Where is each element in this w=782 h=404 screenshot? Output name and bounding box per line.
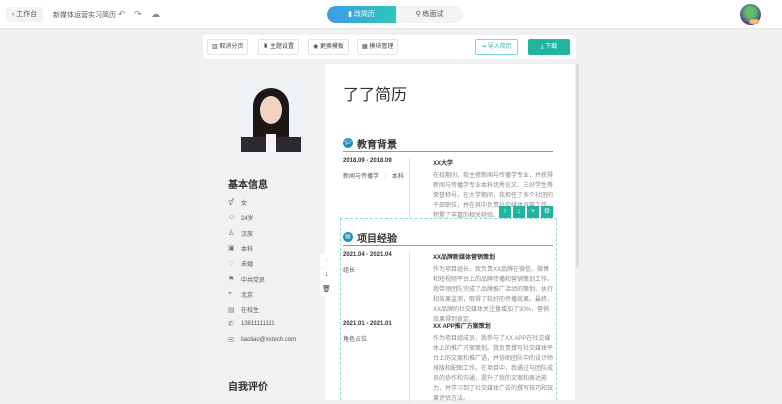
button-label: 下载	[545, 44, 558, 50]
undo-icon[interactable]: ↶	[118, 9, 126, 20]
basic-info-item: ♡ 未婚	[228, 259, 254, 269]
project-date: 2021.01 - 2021.01	[343, 321, 392, 327]
divider	[409, 252, 410, 402]
basic-info-text: 北京	[241, 292, 254, 299]
move-down-icon[interactable]: ↓	[513, 206, 525, 218]
shirt-icon: ♜	[263, 44, 271, 50]
basic-info-item: ✉ liaoliao@xxtech.com	[228, 336, 296, 344]
add-icon[interactable]: +	[527, 206, 539, 218]
basic-info-text: 24岁	[241, 216, 254, 223]
project-icon: ▤	[343, 232, 353, 242]
basic-info-text: 13811111111	[241, 321, 275, 328]
section-title: 项目经验	[357, 234, 397, 245]
button-label: 主题设置	[270, 44, 295, 50]
major: 新闻与传播学	[343, 174, 380, 180]
user-icon: ☺	[228, 214, 236, 222]
basic-info-text: 本科	[241, 246, 254, 253]
settings-icon[interactable]: ⚙	[541, 206, 553, 218]
project-description: 作为项目组长，我负责XX品牌在微信、微博和短视频平台上的品牌传播和营销策划工作。…	[433, 267, 554, 323]
tab-edit-resume[interactable]: ▮ 改简历	[327, 6, 396, 23]
back-to-workspace-button[interactable]: ‹ 工作台	[6, 7, 44, 22]
basic-info-text: 在校生	[241, 308, 260, 315]
tab-edit-label: 改简历	[353, 11, 375, 18]
school-name: XX大学	[433, 161, 454, 167]
basic-info-item: ⌖ 北京	[228, 290, 253, 299]
phone-icon: ✆	[228, 321, 234, 329]
project-name: XX APP推广方案策划	[433, 324, 491, 330]
mail-icon: ✉	[228, 336, 234, 344]
pin-icon: ⚲	[415, 11, 423, 18]
self-evaluation-heading: 自我评价	[228, 382, 268, 393]
marital-icon: ♡	[228, 260, 235, 268]
redo-icon[interactable]: ↷	[134, 9, 142, 20]
resume-page: 基本信息 ⚥ 女 ☺ 24岁 ♙ 汉族 ▣ 本科 ♡ 未婚 ⚑ 中共党员 ⌖ 北京 ▤ 在校生 ✆ 1381111…	[203, 64, 575, 402]
change-template-button[interactable]: ◉ 更换模板	[308, 39, 349, 55]
degree: 本科	[391, 174, 404, 180]
basic-info-item: ♙ 汉族	[228, 229, 253, 238]
mode-switch: ▮ 改简历 ⚲ 练面试	[327, 6, 463, 23]
basic-info-item: ✆ 13811111111	[228, 320, 275, 328]
template-icon: ◉	[313, 44, 320, 50]
cancel-pagination-button[interactable]: ▥ 取消分页	[207, 39, 249, 55]
project-role: 组长	[343, 268, 356, 274]
cloud-save-icon[interactable]: ☁	[151, 9, 160, 20]
status-icon: ▤	[228, 306, 235, 314]
graduation-cap-icon: 🎓︎	[343, 138, 353, 148]
project-date: 2021.04 - 2021.04	[343, 252, 392, 258]
basic-info-text: 中共党员	[241, 277, 266, 284]
tab-practice-interview[interactable]: ⚲ 练面试	[396, 6, 463, 23]
basic-info-text: 女	[241, 201, 248, 207]
project-name: XX品牌新媒体营销策划	[433, 255, 496, 261]
basic-info-item: ⚑ 中共党员	[228, 275, 265, 284]
project-description: 作为项目组成员，我参与了XX APP在社交媒体上的推广方案策划。我负责撰写社交媒…	[433, 336, 554, 402]
section-title: 教育背景	[357, 140, 397, 151]
button-label: 取消分页	[219, 44, 244, 50]
vip-badge: VIP	[749, 19, 760, 24]
document-title[interactable]: 新媒体运营实习简历	[53, 10, 116, 20]
tab-interview-label: 练面试	[422, 11, 444, 18]
import-resume-button[interactable]: ⇥ 导入简历	[475, 39, 518, 55]
education-date: 2018.09 - 2018.09	[343, 158, 392, 164]
education-major-degree: 新闻与传播学 | 本科	[343, 174, 404, 180]
project-role: 角色占位	[343, 337, 368, 343]
party-icon: ⚑	[228, 276, 235, 283]
education-section-header: 🎓︎ 教育背景	[343, 136, 553, 152]
basic-info-item: ▤ 在校生	[228, 305, 260, 315]
button-label: 模块管理	[369, 44, 394, 50]
section-move-down-icon[interactable]: ↓	[320, 268, 333, 281]
education-icon: ▣	[228, 245, 235, 253]
divider	[409, 158, 410, 218]
editor-toolbar: ▥ 取消分页 ♜ 主题设置 ◉ 更换模板 ▦ 模块管理 ⇥ 导入简历 ⤓ 下载	[203, 35, 576, 59]
basic-info-item: ☺ 24岁	[228, 213, 254, 222]
gender-icon: ⚥	[228, 199, 235, 207]
resume-name[interactable]: 了了简历	[343, 81, 407, 105]
import-icon: ⇥	[481, 44, 488, 50]
move-up-icon[interactable]: ↑	[499, 206, 511, 218]
button-label: 导入简历	[487, 44, 512, 50]
resume-sidebar: 基本信息 ⚥ 女 ☺ 24岁 ♙ 汉族 ▣ 本科 ♡ 未婚 ⚑ 中共党员 ⌖ 北京 ▤ 在校生 ✆ 1381111…	[203, 64, 325, 400]
ethnicity-icon: ♙	[228, 230, 235, 238]
basic-info-text: 汉族	[241, 231, 254, 238]
section-move-up-icon[interactable]: ↑	[320, 254, 333, 267]
basic-info-text: 未婚	[241, 262, 254, 269]
theme-settings-button[interactable]: ♜ 主题设置	[258, 39, 300, 55]
back-label: 工作台	[16, 11, 38, 18]
basic-info-heading: 基本信息	[228, 180, 268, 191]
top-bar: ‹ 工作台 新媒体运营实习简历 ↶ ↷ ☁ ▮ 改简历 ⚲ 练面试 VIP	[0, 0, 782, 29]
project-section-header: ▤ 项目经验	[343, 230, 553, 246]
download-button[interactable]: ⤓ 下载	[528, 39, 570, 55]
scrollbar[interactable]	[576, 64, 579, 268]
module-management-button[interactable]: ▦ 模块管理	[357, 39, 399, 55]
basic-info-item: ▣ 本科	[228, 244, 253, 253]
basic-info-item: ⚥ 女	[228, 198, 248, 208]
location-icon: ⌖	[228, 290, 232, 298]
basic-info-text: liaoliao@xxtech.com	[241, 336, 297, 343]
delete-section-icon[interactable]: 🗑︎	[320, 283, 333, 296]
button-label: 更换模板	[319, 44, 344, 50]
profile-photo[interactable]	[241, 82, 301, 152]
